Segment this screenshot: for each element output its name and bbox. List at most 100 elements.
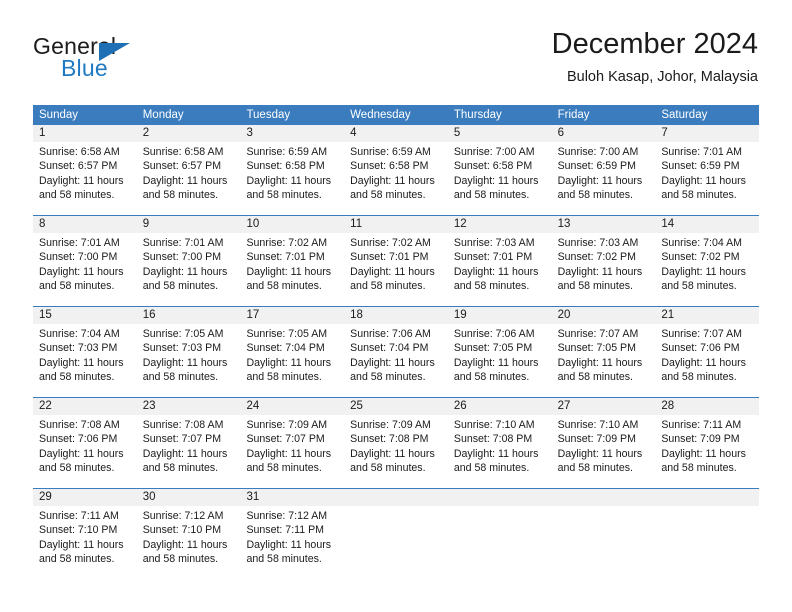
day-cell[interactable]: Sunrise: 7:12 AM Sunset: 7:11 PM Dayligh… — [240, 506, 344, 579]
daylight-text-line2: and 58 minutes. — [350, 462, 426, 475]
daylight-text-line1: Daylight: 11 hours — [39, 174, 124, 187]
day-number[interactable]: 2 — [137, 125, 241, 142]
day-number[interactable]: 17 — [240, 307, 344, 324]
day-cell[interactable]: Sunrise: 7:02 AM Sunset: 7:01 PM Dayligh… — [344, 233, 448, 306]
day-number[interactable]: 11 — [344, 216, 448, 233]
day-cell[interactable]: Sunrise: 7:00 AM Sunset: 6:58 PM Dayligh… — [448, 142, 552, 215]
day-number[interactable]: 12 — [448, 216, 552, 233]
day-number[interactable]: 6 — [552, 125, 656, 142]
day-number[interactable]: 25 — [344, 398, 448, 415]
sunrise-text: Sunrise: 7:00 AM — [453, 146, 535, 158]
day-number[interactable]: 31 — [240, 489, 344, 506]
day-cell-empty — [655, 506, 759, 579]
day-number[interactable]: 5 — [448, 125, 552, 142]
day-cell[interactable]: Sunrise: 7:00 AM Sunset: 6:59 PM Dayligh… — [552, 142, 656, 215]
day-number[interactable]: 9 — [137, 216, 241, 233]
sunset-text: Sunset: 6:58 PM — [350, 160, 429, 173]
day-number[interactable]: 15 — [33, 307, 137, 324]
day-cell[interactable]: Sunrise: 7:07 AM Sunset: 7:06 PM Dayligh… — [655, 324, 759, 397]
daylight-text-line1: Daylight: 11 hours — [39, 538, 124, 551]
day-cell[interactable]: Sunrise: 7:04 AM Sunset: 7:03 PM Dayligh… — [33, 324, 137, 397]
day-cell[interactable]: Sunrise: 7:08 AM Sunset: 7:07 PM Dayligh… — [137, 415, 241, 488]
day-cell[interactable]: Sunrise: 7:02 AM Sunset: 7:01 PM Dayligh… — [240, 233, 344, 306]
day-cell[interactable]: Sunrise: 7:06 AM Sunset: 7:04 PM Dayligh… — [344, 324, 448, 397]
day-cell[interactable]: Sunrise: 6:59 AM Sunset: 6:58 PM Dayligh… — [344, 142, 448, 215]
day-number[interactable]: 28 — [655, 398, 759, 415]
day-cell[interactable]: Sunrise: 7:07 AM Sunset: 7:05 PM Dayligh… — [552, 324, 656, 397]
sunset-text: Sunset: 7:11 PM — [246, 524, 324, 537]
week-body-row: Sunrise: 7:01 AM Sunset: 7:00 PM Dayligh… — [33, 233, 759, 306]
day-cell[interactable]: Sunrise: 7:11 AM Sunset: 7:10 PM Dayligh… — [33, 506, 137, 579]
weekday-header-wednesday: Wednesday — [350, 109, 411, 121]
day-number[interactable]: 24 — [240, 398, 344, 415]
day-number[interactable]: 29 — [33, 489, 137, 506]
daylight-text-line1: Daylight: 11 hours — [661, 265, 746, 278]
day-number[interactable]: 7 — [655, 125, 759, 142]
day-cell-empty — [552, 506, 656, 579]
day-cell[interactable]: Sunrise: 7:01 AM Sunset: 7:00 PM Dayligh… — [33, 233, 137, 306]
day-number[interactable]: 1 — [33, 125, 137, 142]
sunset-text: Sunset: 6:57 PM — [39, 160, 118, 173]
day-number[interactable]: 14 — [655, 216, 759, 233]
day-cell[interactable]: Sunrise: 7:10 AM Sunset: 7:09 PM Dayligh… — [552, 415, 656, 488]
day-number[interactable]: 8 — [33, 216, 137, 233]
daylight-text-line2: and 58 minutes. — [453, 462, 530, 475]
day-number[interactable]: 13 — [552, 216, 656, 233]
daylight-text-line1: Daylight: 11 hours — [557, 447, 643, 460]
day-number[interactable]: 27 — [552, 398, 656, 415]
daylight-text-line2: and 58 minutes. — [246, 189, 322, 202]
day-number[interactable]: 18 — [344, 307, 448, 324]
day-number[interactable]: 4 — [344, 125, 448, 142]
week-body-row: Sunrise: 7:04 AM Sunset: 7:03 PM Dayligh… — [33, 324, 759, 397]
day-number[interactable]: 19 — [448, 307, 552, 324]
daylight-text-line2: and 58 minutes. — [142, 189, 219, 202]
day-cell[interactable]: Sunrise: 6:58 AM Sunset: 6:57 PM Dayligh… — [137, 142, 241, 215]
day-cell[interactable]: Sunrise: 7:11 AM Sunset: 7:09 PM Dayligh… — [655, 415, 759, 488]
day-cell[interactable]: Sunrise: 7:08 AM Sunset: 7:06 PM Dayligh… — [33, 415, 137, 488]
sunrise-text: Sunrise: 7:04 AM — [661, 237, 742, 249]
day-cell[interactable]: Sunrise: 7:04 AM Sunset: 7:02 PM Dayligh… — [655, 233, 759, 306]
week-number-row: 22 23 24 25 26 27 28 — [33, 397, 759, 415]
day-number-empty — [448, 489, 552, 506]
day-number[interactable]: 20 — [552, 307, 656, 324]
week-number-row: 1 2 3 4 5 6 7 — [33, 125, 759, 142]
sunrise-text: Sunrise: 7:09 AM — [246, 419, 328, 431]
day-cell[interactable]: Sunrise: 7:01 AM Sunset: 7:00 PM Dayligh… — [137, 233, 241, 306]
day-cell[interactable]: Sunrise: 7:06 AM Sunset: 7:05 PM Dayligh… — [448, 324, 552, 397]
day-cell[interactable]: Sunrise: 7:05 AM Sunset: 7:03 PM Dayligh… — [137, 324, 241, 397]
day-number[interactable]: 21 — [655, 307, 759, 324]
day-cell[interactable]: Sunrise: 7:09 AM Sunset: 7:07 PM Dayligh… — [240, 415, 344, 488]
day-cell[interactable]: Sunrise: 6:59 AM Sunset: 6:58 PM Dayligh… — [240, 142, 344, 215]
day-number[interactable]: 30 — [137, 489, 241, 506]
daylight-text-line1: Daylight: 11 hours — [350, 265, 435, 278]
sunrise-text: Sunrise: 7:09 AM — [350, 419, 431, 431]
weekday-header-sunday: Sunday — [39, 109, 79, 121]
sunrise-text: Sunrise: 7:08 AM — [39, 419, 120, 431]
day-number[interactable]: 16 — [137, 307, 241, 324]
daylight-text-line2: and 58 minutes. — [246, 553, 322, 566]
daylight-text-line2: and 58 minutes. — [142, 462, 219, 475]
daylight-text-line1: Daylight: 11 hours — [453, 356, 539, 369]
day-number[interactable]: 10 — [240, 216, 344, 233]
day-cell[interactable]: Sunrise: 7:05 AM Sunset: 7:04 PM Dayligh… — [240, 324, 344, 397]
daylight-text-line2: and 58 minutes. — [350, 371, 426, 384]
sunrise-text: Sunrise: 7:10 AM — [557, 419, 639, 431]
day-number[interactable]: 22 — [33, 398, 137, 415]
calendar-grid: Sunday Monday Tuesday Wednesday Thursday… — [33, 105, 759, 579]
day-number[interactable]: 23 — [137, 398, 241, 415]
day-cell[interactable]: Sunrise: 7:12 AM Sunset: 7:10 PM Dayligh… — [137, 506, 241, 579]
day-number[interactable]: 3 — [240, 125, 344, 142]
day-number-empty — [655, 489, 759, 506]
day-cell[interactable]: Sunrise: 6:58 AM Sunset: 6:57 PM Dayligh… — [33, 142, 137, 215]
day-cell[interactable]: Sunrise: 7:10 AM Sunset: 7:08 PM Dayligh… — [448, 415, 552, 488]
day-cell[interactable]: Sunrise: 7:03 AM Sunset: 7:02 PM Dayligh… — [552, 233, 656, 306]
day-number[interactable]: 26 — [448, 398, 552, 415]
sunset-text: Sunset: 7:02 PM — [661, 251, 740, 264]
sunset-text: Sunset: 7:02 PM — [557, 251, 636, 264]
general-blue-logo[interactable]: General Blue — [33, 33, 233, 83]
day-cell[interactable]: Sunrise: 7:03 AM Sunset: 7:01 PM Dayligh… — [448, 233, 552, 306]
sunrise-text: Sunrise: 7:12 AM — [142, 510, 224, 522]
sunset-text: Sunset: 6:58 PM — [453, 160, 533, 173]
day-cell[interactable]: Sunrise: 7:01 AM Sunset: 6:59 PM Dayligh… — [655, 142, 759, 215]
day-cell[interactable]: Sunrise: 7:09 AM Sunset: 7:08 PM Dayligh… — [344, 415, 448, 488]
